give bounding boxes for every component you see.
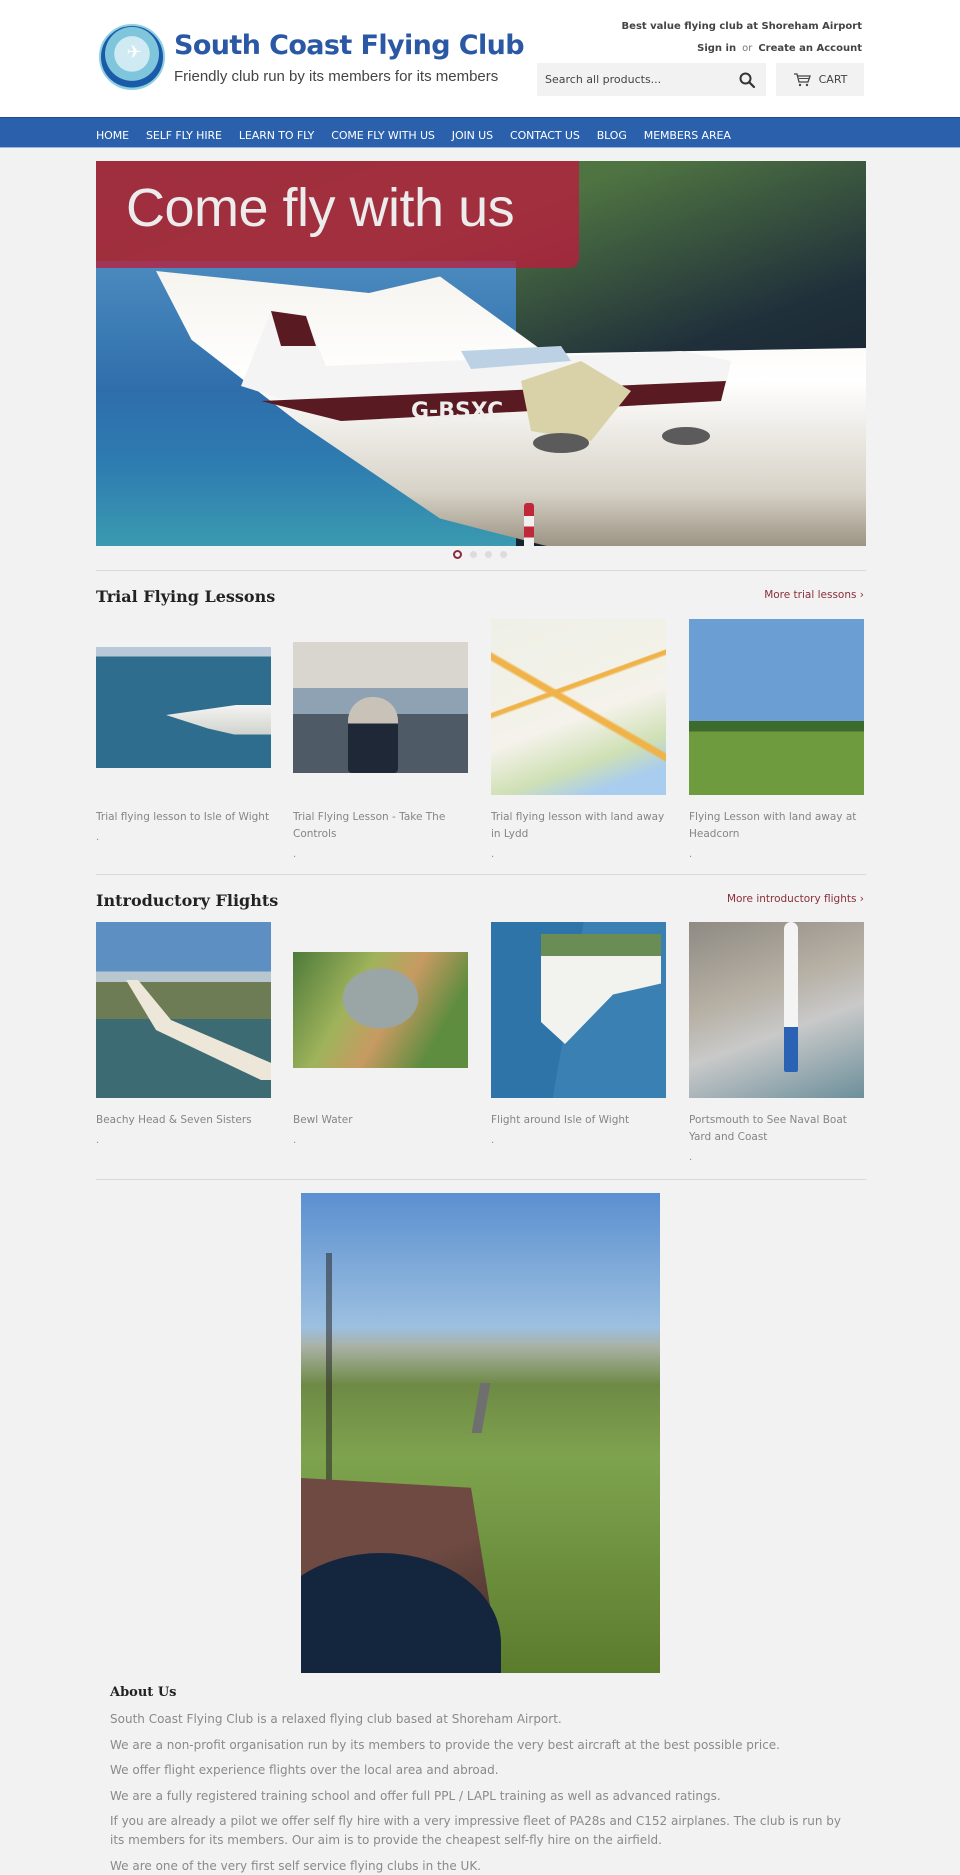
nav-item-self-fly-hire[interactable]: SELF FLY HIRE xyxy=(146,129,222,142)
create-account-link[interactable]: Create an Account xyxy=(758,43,862,54)
product-image[interactable] xyxy=(491,619,666,795)
product-image[interactable] xyxy=(689,922,864,1098)
about-paragraph: We offer flight experience flights over … xyxy=(110,1763,499,1777)
section-divider xyxy=(96,570,866,571)
or-separator: or xyxy=(742,43,753,54)
hero-banner-text: Come fly with us xyxy=(126,178,515,238)
nav-item-come-fly-with-us[interactable]: COME FLY WITH US xyxy=(331,129,435,142)
product-card[interactable]: Flying Lesson with land away at Headcorn… xyxy=(689,619,864,861)
search-button[interactable] xyxy=(738,71,756,89)
product-price: . xyxy=(293,1135,297,1146)
nav-item-join-us[interactable]: JOIN US xyxy=(452,129,493,142)
product-title[interactable]: Trial flying lesson to Isle of Wight xyxy=(96,809,271,826)
product-price: . xyxy=(96,832,100,843)
product-card[interactable]: Portsmouth to See Naval Boat Yard and Co… xyxy=(689,922,864,1164)
intro-section-title: Introductory Flights xyxy=(96,891,279,910)
product-title[interactable]: Trial Flying Lesson - Take The Controls xyxy=(293,809,468,843)
cart-button[interactable]: CART xyxy=(776,63,864,96)
nav-item-home[interactable]: HOME xyxy=(96,129,129,142)
search-icon xyxy=(739,72,756,89)
nav-item-blog[interactable]: BLOG xyxy=(597,129,627,142)
product-card[interactable]: Trial Flying Lesson - Take The Controls … xyxy=(293,619,468,861)
about-paragraph: South Coast Flying Club is a relaxed fly… xyxy=(110,1712,562,1726)
product-image[interactable] xyxy=(293,641,468,773)
product-card[interactable]: Bewl Water . xyxy=(293,922,468,1147)
section-divider xyxy=(96,1179,866,1180)
product-image[interactable] xyxy=(96,646,271,768)
product-price: . xyxy=(491,849,495,860)
product-card[interactable]: Beachy Head & Seven Sisters . xyxy=(96,922,271,1147)
product-title[interactable]: Flying Lesson with land away at Headcorn xyxy=(689,809,864,843)
product-title[interactable]: Beachy Head & Seven Sisters xyxy=(96,1112,271,1129)
product-card[interactable]: Trial flying lesson to Isle of Wight . xyxy=(96,619,271,844)
product-image[interactable] xyxy=(96,922,271,1098)
product-title[interactable]: Bewl Water xyxy=(293,1112,468,1129)
product-price: . xyxy=(491,1135,495,1146)
featured-photo xyxy=(301,1193,660,1673)
product-title[interactable]: Trial flying lesson with land away in Ly… xyxy=(491,809,666,843)
product-card[interactable]: Trial flying lesson with land away in Ly… xyxy=(491,619,666,861)
trial-section-title: Trial Flying Lessons xyxy=(96,587,276,606)
product-title[interactable]: Portsmouth to See Naval Boat Yard and Co… xyxy=(689,1112,864,1146)
hero-banner: Come fly with us xyxy=(96,161,579,268)
about-title: About Us xyxy=(110,1685,177,1700)
cart-label: CART xyxy=(818,73,848,86)
about-paragraph: We are a fully registered training schoo… xyxy=(110,1788,721,1803)
sign-in-link[interactable]: Sign in xyxy=(697,43,736,54)
section-divider xyxy=(96,874,866,875)
aircraft-graphic: G-BSXC xyxy=(241,311,731,453)
about-body: South Coast Flying Club is a relaxed fly… xyxy=(110,1710,850,1875)
product-price: . xyxy=(293,849,297,860)
more-trial-lessons-link[interactable]: More trial lessons › xyxy=(764,589,864,601)
product-price: . xyxy=(689,1152,693,1163)
nav-item-contact-us[interactable]: CONTACT US xyxy=(510,129,580,142)
slide-dot-2[interactable] xyxy=(470,551,477,558)
about-paragraph: We are one of the very first self servic… xyxy=(110,1858,481,1873)
product-image[interactable] xyxy=(293,952,468,1068)
search-form xyxy=(537,63,766,96)
product-price: . xyxy=(96,1135,100,1146)
logo-tagline: Friendly club run by its members for its… xyxy=(174,68,499,85)
runway-graphic xyxy=(471,1383,491,1433)
slide-dot-3[interactable] xyxy=(485,551,492,558)
account-links: Sign in or Create an Account xyxy=(697,43,862,54)
product-title[interactable]: Flight around Isle of Wight xyxy=(491,1112,666,1129)
club-badge-icon: ✈ xyxy=(99,24,165,90)
site-logo[interactable]: ✈ South Coast Flying Club Friendly club … xyxy=(99,24,525,94)
aircraft-registration: G-BSXC xyxy=(411,399,503,424)
product-image[interactable] xyxy=(491,922,666,1098)
hero-slideshow[interactable]: G-BSXC Come fly with us xyxy=(96,161,866,546)
nav-item-members-area[interactable]: MEMBERS AREA xyxy=(644,129,731,142)
about-paragraph: If you are already a pilot we offer self… xyxy=(110,1814,841,1847)
lighthouse-graphic xyxy=(524,503,534,546)
nav-item-learn-to-fly[interactable]: LEARN TO FLY xyxy=(239,129,314,142)
main-nav: HOME SELF FLY HIRE LEARN TO FLY COME FLY… xyxy=(0,117,960,148)
logo-title: South Coast Flying Club xyxy=(174,30,525,61)
slide-dot-4[interactable] xyxy=(500,551,507,558)
about-paragraph: We are a non-profit organisation run by … xyxy=(110,1737,780,1752)
search-input[interactable] xyxy=(537,63,727,96)
product-image[interactable] xyxy=(689,619,864,795)
more-introductory-flights-link[interactable]: More introductory flights › xyxy=(727,893,864,905)
slideshow-pagination xyxy=(453,550,507,559)
cart-icon xyxy=(793,72,811,86)
slide-dot-1[interactable] xyxy=(453,550,462,559)
site-header: ✈ South Coast Flying Club Friendly club … xyxy=(0,0,960,117)
product-price: . xyxy=(689,849,693,860)
header-tagline: Best value flying club at Shoreham Airpo… xyxy=(621,21,862,32)
product-card[interactable]: Flight around Isle of Wight . xyxy=(491,922,666,1147)
